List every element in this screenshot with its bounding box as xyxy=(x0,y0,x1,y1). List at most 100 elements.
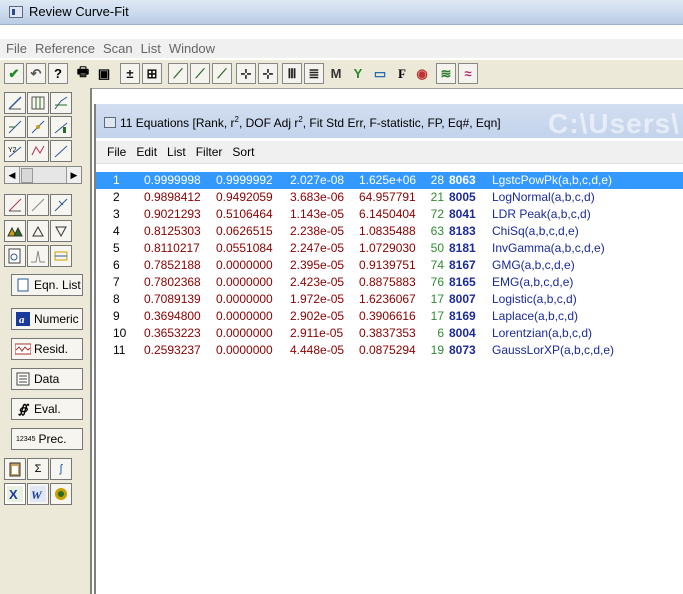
multi-curve-icon-1[interactable]: ≋ xyxy=(436,63,456,84)
plot-grid-curve-icon[interactable] xyxy=(50,92,72,114)
numeric-icon: a xyxy=(15,311,31,327)
equation-row[interactable]: 5 0.8110217 0.0551084 2.247e-05 1.0729030 50 8… xyxy=(96,240,683,257)
color-icon[interactable]: ◉ xyxy=(412,63,432,84)
svg-text:W: W xyxy=(31,488,43,502)
plot-hist-icon[interactable] xyxy=(50,116,72,138)
equation-list: 1 0.9999998 0.9999992 2.027e-08 1.625e+06 28 8… xyxy=(96,172,683,359)
eqn-list-icon xyxy=(15,277,31,293)
check-icon[interactable]: ✔ xyxy=(4,63,24,84)
eval-button[interactable]: ∯ Eval. xyxy=(11,398,83,420)
horizontal-scrollbar[interactable]: ◀ ▶ xyxy=(4,166,82,184)
child-menu-edit[interactable]: Edit xyxy=(131,141,162,163)
grid-plus-icon[interactable]: ⊞ xyxy=(142,63,162,84)
svg-text:Y2: Y2 xyxy=(8,147,17,154)
menu-scan[interactable]: Scan xyxy=(99,39,137,58)
resid-button[interactable]: Resid. xyxy=(11,338,83,360)
left-tool-panel: Y2 ◀ ▶ Eqn. List a Numeric Resid. Data ∯… xyxy=(0,88,92,594)
menu-file[interactable]: File xyxy=(0,39,31,58)
font-icon[interactable]: F xyxy=(392,63,412,84)
equation-row[interactable]: 9 0.3694800 0.0000000 2.902e-05 0.3906616 17 8… xyxy=(96,308,683,325)
script-icon[interactable]: ʃ xyxy=(50,458,72,480)
zoom-page-icon[interactable] xyxy=(4,245,26,267)
word-icon[interactable]: W xyxy=(27,483,49,505)
plot-points-icon[interactable] xyxy=(27,116,49,138)
plot-diag-icon[interactable] xyxy=(4,194,26,216)
axis-plus-icon[interactable]: ± xyxy=(120,63,140,84)
main-menubar: File Reference Scan List Window xyxy=(0,39,683,58)
chart-icon[interactable]: ▭ xyxy=(370,63,390,84)
child-menu-list[interactable]: List xyxy=(162,141,191,163)
peak-icon[interactable] xyxy=(27,245,49,267)
prec-label: Prec. xyxy=(38,432,67,446)
bars-icon[interactable]: Ⅲ xyxy=(282,63,302,84)
help-icon[interactable]: ? xyxy=(48,63,68,84)
equation-row[interactable]: 7 0.7802368 0.0000000 2.423e-05 0.8875883 76 8… xyxy=(96,274,683,291)
eqn-list-button[interactable]: Eqn. List xyxy=(11,274,83,296)
window-icon xyxy=(104,117,116,128)
menu-reference[interactable]: Reference xyxy=(31,39,99,58)
equations-window-title: 11 Equations [Rank, r2, DOF Adj r2, Fit … xyxy=(120,115,501,130)
window-titlebar[interactable]: Review Curve-Fit xyxy=(0,0,683,25)
eval-label: Eval. xyxy=(34,402,61,416)
data-label: Data xyxy=(34,372,60,386)
prec-icon: 12345 xyxy=(16,435,36,443)
main-toolbar: ✔ ↶ ? 🖶 ▣ ± ⊞ ⟋ ⟋ ⟋ ⊹ ⊹ Ⅲ ≣ M Y ▭ F ◉ ≋ … xyxy=(0,60,683,89)
equation-row[interactable]: 1 0.9999998 0.9999992 2.027e-08 1.625e+06 28 8… xyxy=(96,172,683,189)
triangle-down-icon[interactable] xyxy=(50,220,72,242)
sigma-icon[interactable]: Σ xyxy=(27,458,49,480)
binoculars-icon[interactable]: M xyxy=(326,63,346,84)
menu-window[interactable]: Window xyxy=(165,39,219,58)
equation-row[interactable]: 4 0.8125303 0.0626515 2.238e-05 1.0835488 63 8… xyxy=(96,223,683,240)
numeric-button[interactable]: a Numeric xyxy=(11,308,83,330)
plot-y2-icon[interactable]: Y2 xyxy=(4,140,26,162)
scroll-right-icon[interactable]: ▶ xyxy=(66,167,81,183)
crosshair-icon[interactable]: ⊹ xyxy=(236,63,256,84)
prec-button[interactable]: 12345 Prec. xyxy=(11,428,83,450)
window-title: Review Curve-Fit xyxy=(29,4,129,19)
clipboard-icon[interactable] xyxy=(4,458,26,480)
copy-icon[interactable]: ▣ xyxy=(94,63,114,84)
plot-diag2-icon[interactable] xyxy=(27,194,49,216)
watermark-text: C:\Users\ xyxy=(548,108,680,139)
equation-row[interactable]: 2 0.9898412 0.9492059 3.683e-06 64.957791 21 8… xyxy=(96,189,683,206)
curve-icon-2[interactable]: ⟋ xyxy=(190,63,210,84)
equation-row[interactable]: 10 0.3653223 0.0000000 2.911e-05 0.3837353 6 8… xyxy=(96,325,683,342)
plot-trend-icon[interactable] xyxy=(50,140,72,162)
curve-icon-1[interactable]: ⟋ xyxy=(168,63,188,84)
curve-icon-3[interactable]: ⟋ xyxy=(212,63,232,84)
print-icon[interactable]: 🖶 xyxy=(73,63,93,84)
app-icon[interactable] xyxy=(9,6,23,18)
child-menu-file[interactable]: File xyxy=(96,141,131,163)
triangle-pair-icon[interactable] xyxy=(4,220,26,242)
scroll-left-icon[interactable]: ◀ xyxy=(5,167,20,183)
child-menu-filter[interactable]: Filter xyxy=(191,141,228,163)
svg-text:X: X xyxy=(9,487,18,502)
list-icon[interactable]: ≣ xyxy=(304,63,324,84)
fit-icon[interactable]: Y xyxy=(348,63,368,84)
undo-icon[interactable]: ↶ xyxy=(26,63,46,84)
plot-linear-icon[interactable] xyxy=(4,92,26,114)
menu-list[interactable]: List xyxy=(137,39,165,58)
equation-row[interactable]: 6 0.7852188 0.0000000 2.395e-05 0.9139751 74 8… xyxy=(96,257,683,274)
equation-row[interactable]: 8 0.7089139 0.0000000 1.972e-05 1.6236067 17 8… xyxy=(96,291,683,308)
equations-window-titlebar[interactable]: 11 Equations [Rank, r2, DOF Adj r2, Fit … xyxy=(96,104,683,139)
plot-zoom-icon[interactable] xyxy=(4,116,26,138)
child-menu-sort[interactable]: Sort xyxy=(227,141,259,163)
excel-icon[interactable]: X xyxy=(4,483,26,505)
data-button[interactable]: Data xyxy=(11,368,83,390)
wizard-icon[interactable] xyxy=(50,483,72,505)
crosshair-range-icon[interactable]: ⊹ xyxy=(258,63,278,84)
plot-overlay-icon[interactable] xyxy=(27,140,49,162)
eqn-list-label: Eqn. List xyxy=(34,278,81,292)
plot-grid-icon[interactable] xyxy=(27,92,49,114)
equation-row[interactable]: 11 0.2593237 0.0000000 4.448e-05 0.0875294 19… xyxy=(96,342,683,359)
scroll-thumb[interactable] xyxy=(21,168,33,183)
equation-row[interactable]: 3 0.9021293 0.5106464 1.143e-05 6.1450404 72 8… xyxy=(96,206,683,223)
plot-diag3-icon[interactable] xyxy=(50,194,72,216)
multi-curve-icon-2[interactable]: ≈ xyxy=(458,63,478,84)
triangle-up-icon[interactable] xyxy=(27,220,49,242)
eval-icon: ∯ xyxy=(18,402,28,416)
equations-menubar: File Edit List Filter Sort xyxy=(96,141,683,164)
step-icon[interactable] xyxy=(50,245,72,267)
numeric-label: Numeric xyxy=(34,312,79,326)
